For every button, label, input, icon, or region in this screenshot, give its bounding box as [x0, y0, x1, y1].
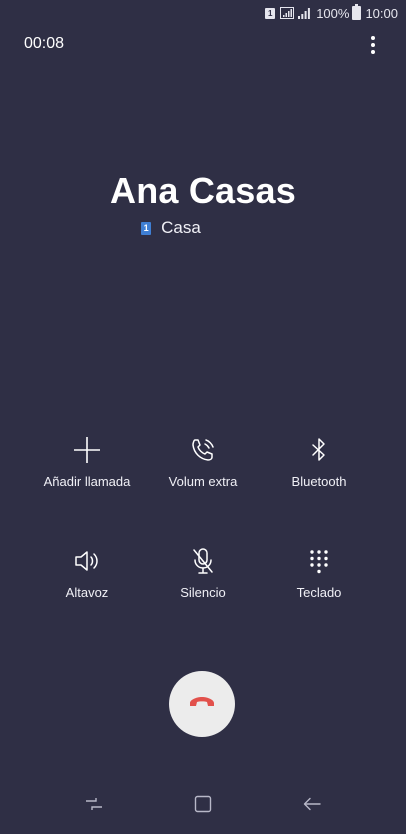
- contact-name: Ana Casas: [110, 170, 296, 211]
- add-call-button[interactable]: Añadir llamada: [29, 434, 145, 489]
- status-time: 10:00: [365, 5, 398, 21]
- recent-apps-button[interactable]: [74, 786, 114, 826]
- battery-percent: 100%: [316, 5, 350, 21]
- end-call-icon: [188, 694, 216, 715]
- mute-icon: [187, 545, 219, 577]
- end-call-button[interactable]: [169, 671, 235, 737]
- speaker-button[interactable]: Altavoz: [29, 545, 145, 600]
- signal-bars-icon: [298, 7, 311, 19]
- navigation-bar: [0, 778, 406, 834]
- signal-strength-icon: [280, 7, 295, 19]
- extra-volume-icon: [187, 434, 219, 466]
- keypad-icon: [303, 545, 335, 577]
- recent-apps-icon: [85, 797, 103, 816]
- number-label: Casa: [161, 218, 201, 237]
- bluetooth-icon: [303, 434, 335, 466]
- back-button[interactable]: [292, 786, 332, 826]
- keypad-label: Teclado: [296, 585, 342, 600]
- speaker-icon: [71, 545, 103, 577]
- contact-number-label-row: 1 Casa: [0, 218, 406, 238]
- speaker-label: Altavoz: [65, 585, 109, 600]
- extra-volume-label: Volum extra: [168, 474, 238, 489]
- sim-slot-icon: 1: [141, 221, 152, 235]
- call-timer: 00:08: [24, 35, 65, 52]
- status-bar: 1 100% 10:00: [0, 0, 406, 26]
- battery-icon: [352, 4, 362, 20]
- mute-label: Silencio: [180, 585, 226, 600]
- add-call-icon: [71, 434, 103, 466]
- sim-card-icon: 1: [265, 7, 276, 19]
- call-actions-row-2: Altavoz Silencio Teclado: [29, 545, 377, 600]
- call-actions-row-1: Añadir llamada Volum extra Bluetooth: [29, 434, 377, 489]
- mute-button[interactable]: Silencio: [145, 545, 261, 600]
- extra-volume-button[interactable]: Volum extra: [145, 434, 261, 489]
- home-button[interactable]: [183, 786, 223, 826]
- back-arrow-icon: [303, 797, 321, 816]
- home-icon: [194, 795, 212, 818]
- keypad-button[interactable]: Teclado: [261, 545, 377, 600]
- bluetooth-label: Bluetooth: [291, 474, 347, 489]
- more-options-icon[interactable]: [366, 34, 380, 56]
- add-call-label: Añadir llamada: [43, 474, 131, 489]
- bluetooth-button[interactable]: Bluetooth: [261, 434, 377, 489]
